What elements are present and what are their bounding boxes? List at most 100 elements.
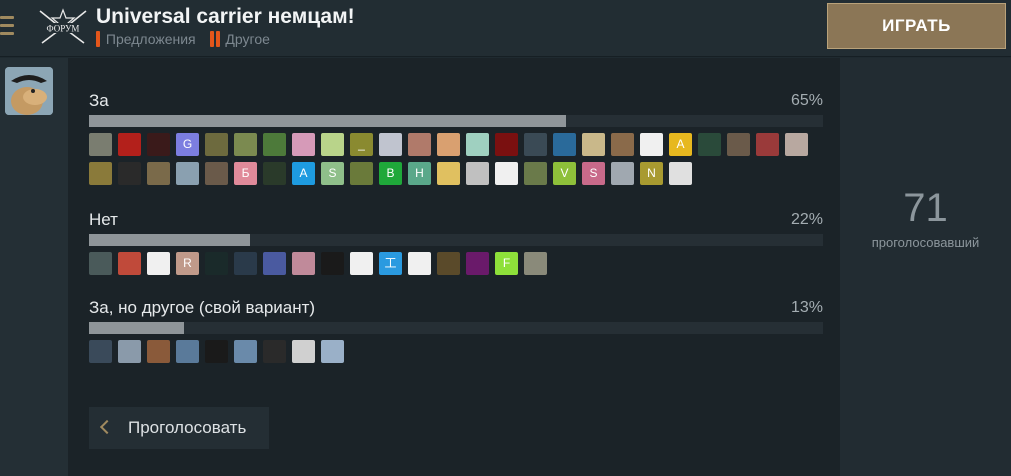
voter-avatar[interactable] xyxy=(205,252,228,275)
voter-avatar[interactable]: R xyxy=(176,252,199,275)
voter-avatar[interactable] xyxy=(263,252,286,275)
play-button[interactable]: ИГРАТЬ xyxy=(827,3,1006,49)
voter-avatar[interactable] xyxy=(379,133,402,156)
voter-avatar[interactable] xyxy=(176,162,199,185)
voter-avatar[interactable] xyxy=(350,162,373,185)
voter-avatar[interactable] xyxy=(611,133,634,156)
tag-marker-icon xyxy=(215,31,220,47)
voter-avatar[interactable] xyxy=(292,133,315,156)
voter-avatar[interactable] xyxy=(205,133,228,156)
voter-avatar[interactable] xyxy=(669,162,692,185)
voter-avatar[interactable]: H xyxy=(408,162,431,185)
voter-avatar[interactable] xyxy=(727,133,750,156)
voter-avatar[interactable] xyxy=(234,133,257,156)
voter-avatar[interactable] xyxy=(234,252,257,275)
voter-avatar[interactable] xyxy=(292,340,315,363)
voter-avatar[interactable] xyxy=(263,162,286,185)
voter-avatar[interactable] xyxy=(205,340,228,363)
voter-avatar[interactable] xyxy=(118,340,141,363)
voter-avatar[interactable] xyxy=(524,133,547,156)
voter-avatar[interactable] xyxy=(350,252,373,275)
voter-avatar[interactable] xyxy=(147,252,170,275)
tag-suggestions[interactable]: Предложения xyxy=(96,31,196,47)
voter-avatar[interactable]: 工 xyxy=(379,252,402,275)
voter-avatar[interactable]: S xyxy=(321,162,344,185)
svg-text:ФОРУМ: ФОРУМ xyxy=(47,24,80,34)
tag-other[interactable]: Другое xyxy=(209,31,270,47)
author-column xyxy=(0,58,68,476)
voter-avatar[interactable] xyxy=(89,252,112,275)
voter-avatar[interactable] xyxy=(466,252,489,275)
voter-avatar[interactable]: _ xyxy=(350,133,373,156)
voter-avatar[interactable]: S xyxy=(582,162,605,185)
voter-avatar[interactable] xyxy=(408,252,431,275)
voter-avatar[interactable]: N xyxy=(640,162,663,185)
voter-avatar[interactable]: A xyxy=(669,133,692,156)
voter-avatar[interactable] xyxy=(118,252,141,275)
voter-avatar[interactable] xyxy=(147,162,170,185)
voter-avatar[interactable] xyxy=(118,162,141,185)
voter-avatar[interactable] xyxy=(582,133,605,156)
voter-avatar[interactable] xyxy=(698,133,721,156)
vote-summary: 71 проголосовавший xyxy=(840,58,1011,476)
voter-avatar[interactable] xyxy=(234,340,257,363)
total-votes-label: проголосовавший xyxy=(871,235,980,250)
voter-avatar[interactable]: Б xyxy=(234,162,257,185)
voter-avatar[interactable]: A xyxy=(292,162,315,185)
voter-avatar[interactable] xyxy=(263,133,286,156)
voter-avatar[interactable] xyxy=(611,162,634,185)
camel-avatar-icon xyxy=(5,67,53,115)
tag-label: Другое xyxy=(225,31,270,47)
option-percent: 65% xyxy=(790,92,823,109)
option-bar-fill xyxy=(89,234,251,246)
voter-avatar[interactable] xyxy=(495,162,518,185)
voter-avatar[interactable] xyxy=(321,252,344,275)
voter-avatar[interactable] xyxy=(89,133,112,156)
voter-avatar[interactable] xyxy=(147,133,170,156)
voter-avatar[interactable] xyxy=(437,133,460,156)
voter-avatar[interactable] xyxy=(640,133,663,156)
voter-avatar[interactable] xyxy=(437,162,460,185)
menu-icon[interactable] xyxy=(0,16,14,40)
option-label: За xyxy=(89,91,109,110)
avatar[interactable] xyxy=(5,67,53,115)
voter-avatar[interactable] xyxy=(147,340,170,363)
voter-avatar[interactable] xyxy=(176,340,199,363)
voter-avatar[interactable] xyxy=(524,252,547,275)
voter-avatar[interactable] xyxy=(495,133,518,156)
voter-avatar[interactable] xyxy=(437,252,460,275)
voter-avatar[interactable] xyxy=(466,162,489,185)
voter-avatar[interactable]: F xyxy=(495,252,518,275)
option-label: Нет xyxy=(89,210,118,229)
voter-avatar[interactable] xyxy=(408,133,431,156)
voter-avatar[interactable] xyxy=(524,162,547,185)
voter-avatar[interactable] xyxy=(321,340,344,363)
poll-panel: За 65% G _ AБ A S B H V S N Нет 22% R工F За, но др… xyxy=(68,58,840,476)
tag-marker-icon xyxy=(96,31,100,47)
voter-avatar[interactable] xyxy=(756,133,779,156)
voter-avatar[interactable] xyxy=(466,133,489,156)
voter-avatar[interactable] xyxy=(89,340,112,363)
voter-avatar[interactable] xyxy=(785,133,808,156)
voter-avatar[interactable]: G xyxy=(176,133,199,156)
voter-avatar[interactable] xyxy=(263,340,286,363)
voter-avatar[interactable] xyxy=(321,133,344,156)
vote-button-label: Проголосовать xyxy=(128,418,247,437)
option-percent: 22% xyxy=(790,211,823,228)
option-bar-track xyxy=(89,115,823,127)
option-bar-fill xyxy=(89,322,185,334)
voter-avatar[interactable] xyxy=(292,252,315,275)
voter-list: R工F xyxy=(89,252,823,281)
forum-logo[interactable]: ФОРУМ xyxy=(36,7,90,47)
voter-avatar[interactable] xyxy=(205,162,228,185)
voter-avatar[interactable]: B xyxy=(379,162,402,185)
total-votes: 71 xyxy=(903,186,948,230)
topic-tags: Предложения Другое xyxy=(96,31,280,47)
voter-list xyxy=(89,340,823,369)
voter-avatar[interactable] xyxy=(118,133,141,156)
voter-avatar[interactable]: V xyxy=(553,162,576,185)
vote-button[interactable]: Проголосовать xyxy=(89,407,269,449)
voter-avatar[interactable] xyxy=(553,133,576,156)
voter-avatar[interactable] xyxy=(89,162,112,185)
option-label: За, но другое (свой вариант) xyxy=(89,298,316,317)
